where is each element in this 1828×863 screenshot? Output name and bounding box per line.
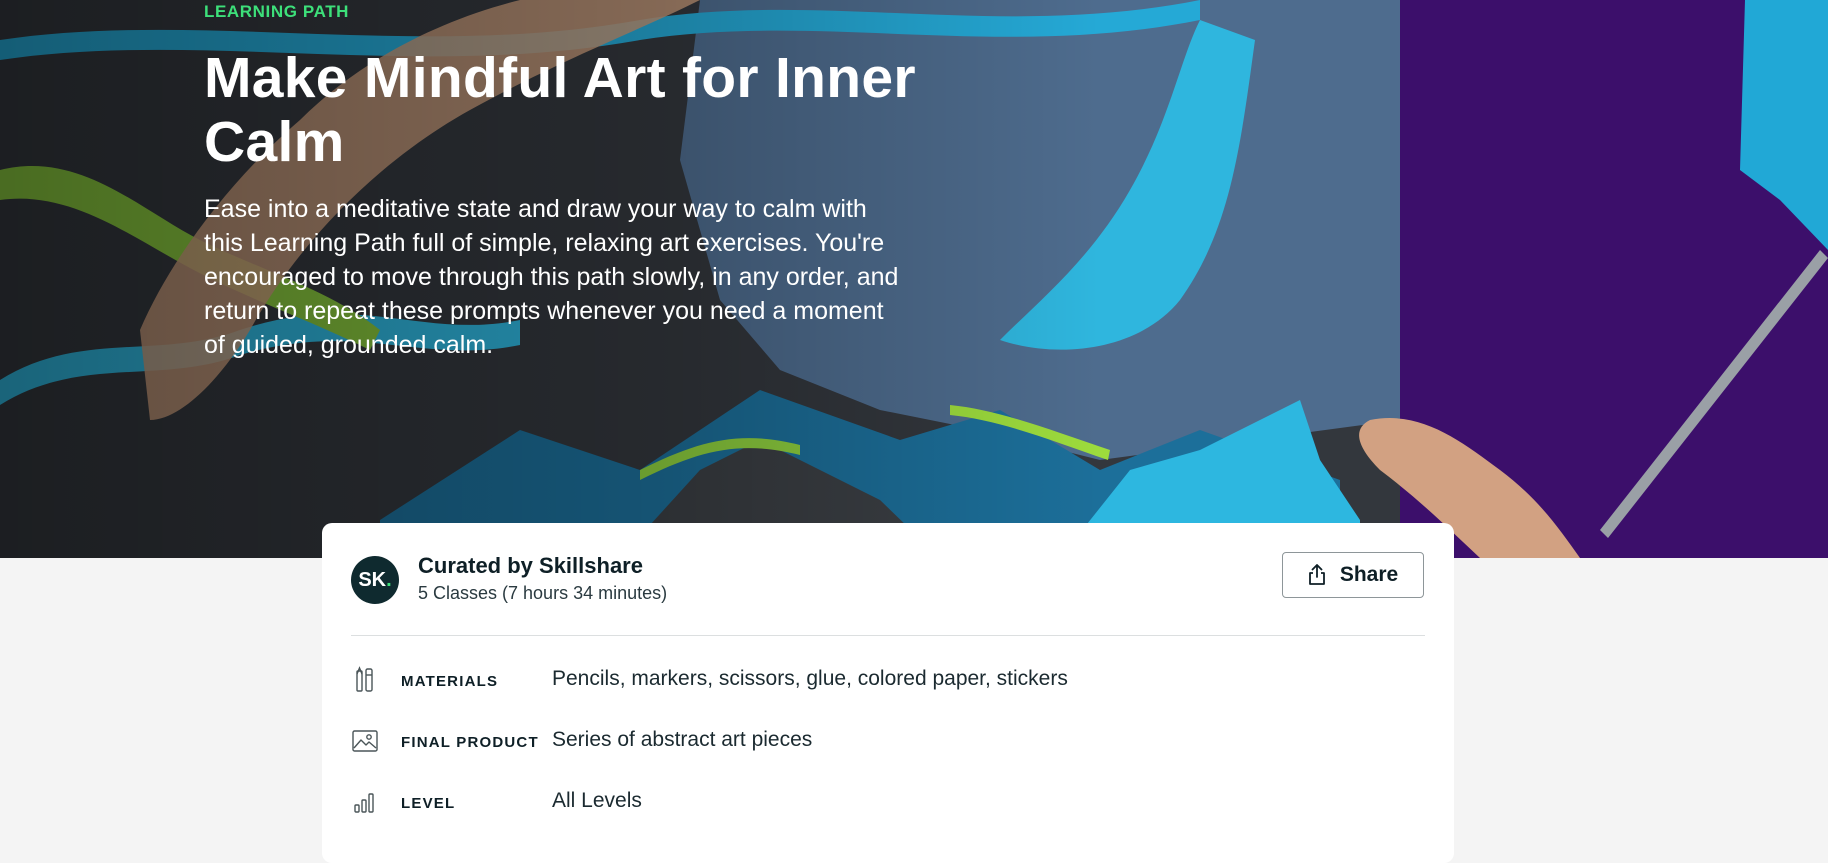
curator-name: Curated by Skillshare	[418, 553, 643, 578]
pencils-icon	[356, 666, 373, 692]
detail-row-materials: MATERIALS Pencils, markers, scissors, gl…	[351, 662, 1425, 702]
share-button-label: Share	[1339, 563, 1399, 586]
detail-label-level: LEVEL	[401, 795, 456, 812]
bars-icon	[354, 793, 374, 813]
detail-row-final-product: FINAL PRODUCT Series of abstract art pie…	[351, 723, 1425, 763]
path-description: Ease into a meditative state and draw yo…	[204, 195, 899, 359]
share-icon	[1308, 564, 1325, 585]
detail-row-level: LEVEL All Levels	[351, 784, 1425, 824]
detail-value-level: All Levels	[552, 789, 642, 812]
learning-path-eyebrow: LEARNING PATH	[204, 2, 350, 21]
class-count-duration: 5 Classes (7 hours 34 minutes)	[418, 583, 668, 603]
detail-value-final-product: Series of abstract art pieces	[552, 728, 813, 751]
avatar: SK.	[351, 556, 399, 604]
share-button[interactable]: Share	[1282, 552, 1424, 598]
page-title: Make Mindful Art for Inner Calm	[204, 46, 916, 174]
image-icon	[352, 730, 378, 752]
avatar-initials: SK	[358, 568, 387, 591]
avatar-dot: .	[386, 568, 392, 591]
detail-label-final-product: FINAL PRODUCT	[401, 734, 539, 751]
card-divider	[351, 635, 1425, 636]
detail-label-materials: MATERIALS	[401, 673, 499, 690]
detail-value-materials: Pencils, markers, scissors, glue, colore…	[552, 667, 1068, 690]
path-info-card: SK. Curated by Skillshare 5 Classes (7 h…	[322, 523, 1454, 863]
hero-banner: LEARNING PATH Make Mindful Art for Inner…	[0, 0, 1828, 558]
